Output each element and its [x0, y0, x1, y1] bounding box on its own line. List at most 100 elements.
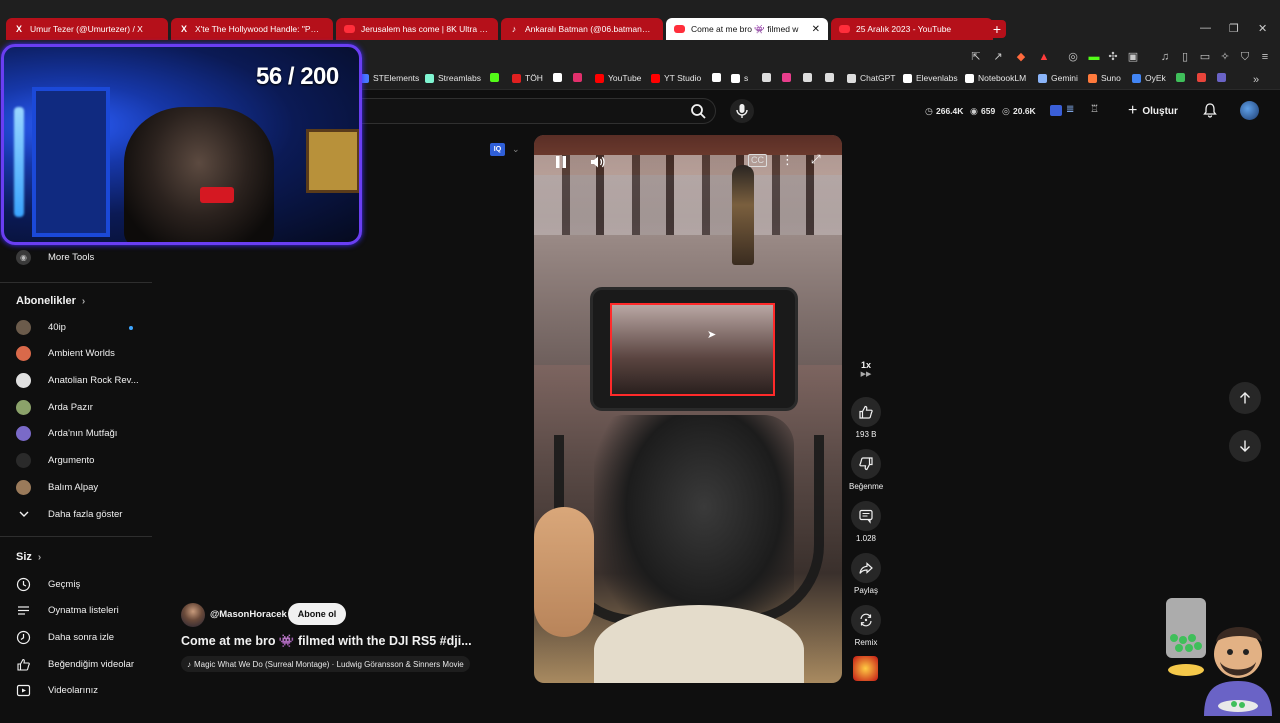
sidebar-item-your-videos[interactable]: Videolarınız	[16, 680, 98, 700]
subscription-channel-item[interactable]: Arda'nın Mutfağı	[16, 424, 117, 444]
subscription-channel-item[interactable]: 40ip	[16, 317, 66, 337]
bookmark-item[interactable]: Elevenlabs	[903, 73, 958, 83]
tab-active[interactable]: Come at me bro 👾 filmed w ✕	[666, 18, 828, 40]
browser-tab[interactable]: X Umur Tezer (@Umurtezer) / X	[6, 18, 168, 40]
bookmark-item[interactable]: s	[731, 73, 748, 83]
extension-icon-3[interactable]: ▣	[1126, 50, 1140, 64]
playlists-icon	[16, 603, 31, 618]
brave-shield-icon[interactable]: ◆	[1014, 50, 1028, 64]
subscribe-button[interactable]: Abone ol	[288, 603, 346, 625]
pause-button[interactable]	[553, 154, 569, 170]
create-button[interactable]: + Oluştur	[1128, 101, 1178, 121]
minimize-icon[interactable]: —	[1200, 22, 1211, 34]
vpn-icon[interactable]: ⛉	[1238, 50, 1252, 64]
extension-list-icon[interactable]: ≣	[1066, 104, 1074, 115]
comments-button[interactable]: 1.028	[849, 501, 883, 543]
bookmark-item[interactable]	[762, 73, 775, 82]
wallet-icon[interactable]: ▭	[1198, 50, 1212, 64]
sidebar-item-history[interactable]: Geçmiş	[16, 574, 80, 594]
sidebar-toggle-icon[interactable]: ▯	[1178, 50, 1192, 64]
vidiq-badge-icon[interactable]: IQ	[490, 143, 505, 156]
dislike-label: Beğenme	[849, 482, 884, 491]
menu-icon[interactable]: ≡	[1258, 50, 1272, 64]
bookmark-favicon-icon[interactable]	[1197, 73, 1210, 82]
share-page-icon[interactable]: ↗	[991, 50, 1005, 64]
bookmark-item[interactable]: TÖH	[512, 73, 543, 83]
more-bookmarks-icon[interactable]: »	[1249, 73, 1263, 87]
award-icon[interactable]: ♖	[1090, 104, 1099, 115]
sidebar-item-liked-videos[interactable]: Beğendiğim videolar	[16, 654, 134, 674]
video-title[interactable]: Come at me bro 👾 filmed with the DJI RS5…	[181, 634, 472, 649]
leo-ai-icon[interactable]: ✧	[1218, 50, 1232, 64]
bookmark-item[interactable]: Suno	[1088, 73, 1121, 83]
new-tab-button[interactable]: +	[988, 20, 1006, 38]
vidiq-icon[interactable]	[1050, 105, 1062, 116]
bookmark-item[interactable]: Streamlabs	[425, 73, 481, 83]
subscription-channel-item[interactable]: Ambient Worlds	[16, 344, 115, 364]
bookmark-item[interactable]	[573, 73, 586, 82]
sound-thumbnail[interactable]	[853, 656, 878, 681]
you-heading[interactable]: Siz ›	[16, 551, 41, 563]
browser-tab[interactable]: 25 Aralık 2023 - YouTube	[831, 18, 993, 40]
search-button[interactable]	[682, 98, 716, 124]
shorts-video-player[interactable]	[534, 135, 842, 683]
sidebar-item-watch-later[interactable]: Daha sonra izle	[16, 627, 114, 647]
browser-tab[interactable]: X X'te The Hollywood Handle: "PROJEC	[171, 18, 333, 40]
next-short-button[interactable]	[1229, 430, 1261, 462]
bookmark-item[interactable]	[553, 73, 566, 82]
close-window-icon[interactable]: ✕	[1258, 22, 1267, 35]
rewards-icon[interactable]: ▲	[1037, 50, 1051, 64]
voice-search-button[interactable]	[730, 99, 754, 123]
bookmark-item[interactable]: Gemini	[1038, 73, 1078, 83]
notifications-button[interactable]	[1202, 102, 1218, 118]
sidebar-item-more-tools[interactable]: ◉ More Tools	[16, 247, 94, 267]
dislike-button[interactable]: Beğenme	[849, 449, 883, 491]
previous-short-button[interactable]	[1229, 382, 1261, 414]
bookmark-item[interactable]	[490, 73, 503, 82]
fullscreen-icon[interactable]: ⤢	[811, 152, 821, 167]
sidebar-item-playlists[interactable]: Oynatma listeleri	[16, 600, 119, 620]
subscriptions-heading[interactable]: Abonelikler ›	[16, 295, 85, 307]
bookmark-item[interactable]	[712, 73, 725, 82]
captions-icon[interactable]: CC	[748, 154, 767, 167]
bookmark-favicon-icon[interactable]	[1176, 73, 1189, 82]
account-avatar[interactable]	[1240, 101, 1259, 120]
sound-link[interactable]: ♪ Magic What We Do (Surreal Montage) · L…	[181, 656, 470, 672]
maximize-icon[interactable]: ❐	[1229, 22, 1239, 35]
open-in-app-icon[interactable]: ⇱	[969, 50, 983, 64]
close-tab-icon[interactable]: ✕	[812, 24, 820, 35]
more-tools-icon: ◉	[16, 249, 31, 265]
bookmark-item[interactable]	[803, 73, 816, 82]
show-more-button[interactable]: Daha fazla göster	[16, 504, 122, 524]
extension-icon-2[interactable]: ▬	[1087, 50, 1101, 64]
extensions-puzzle-icon[interactable]: ✣	[1106, 50, 1120, 64]
remix-button[interactable]: Remix	[849, 605, 883, 647]
volume-button[interactable]	[589, 154, 607, 170]
search-input[interactable]	[340, 98, 716, 124]
more-options-icon[interactable]: ⋮	[781, 152, 794, 168]
extension-icon-1[interactable]: ◎	[1066, 50, 1080, 64]
chevron-down-icon[interactable]: ⌄	[512, 144, 520, 155]
subscription-channel-item[interactable]: Balım Alpay	[16, 477, 98, 497]
share-button[interactable]: Paylaş	[849, 553, 883, 595]
bookmark-item[interactable]: OyEk	[1132, 73, 1166, 83]
subscription-channel-item[interactable]: Argumento	[16, 451, 94, 471]
subscribers-icon: ◎	[1002, 106, 1010, 116]
playback-speed-control[interactable]: 1x ▶▶	[849, 360, 883, 378]
bookmark-item[interactable]: STElements	[360, 73, 419, 83]
bookmark-item[interactable]: NotebookLM	[965, 73, 1026, 83]
subscription-channel-item[interactable]: Anatolian Rock Rev...	[16, 370, 139, 390]
bookmark-item[interactable]: ChatGPT	[847, 73, 895, 83]
subscription-channel-item[interactable]: Arda Pazır	[16, 397, 93, 417]
bookmark-item[interactable]	[825, 73, 838, 82]
browser-tab[interactable]: Jerusalem has come | 8K Ultra HD Ci	[336, 18, 498, 40]
like-button[interactable]: 193 B	[849, 397, 883, 439]
browser-tab[interactable]: ♪ Ankaralı Batman (@06.batmann) | Tik	[501, 18, 663, 40]
bookmark-favicon-icon[interactable]	[1217, 73, 1230, 82]
channel-avatar[interactable]	[181, 603, 205, 627]
channel-name[interactable]: @MasonHoracek	[210, 609, 287, 620]
bookmark-item[interactable]	[782, 73, 795, 82]
bookmark-item[interactable]: YT Studio	[651, 73, 701, 83]
media-controls-icon[interactable]: ♫	[1158, 50, 1172, 64]
bookmark-item[interactable]: YouTube	[595, 73, 641, 83]
